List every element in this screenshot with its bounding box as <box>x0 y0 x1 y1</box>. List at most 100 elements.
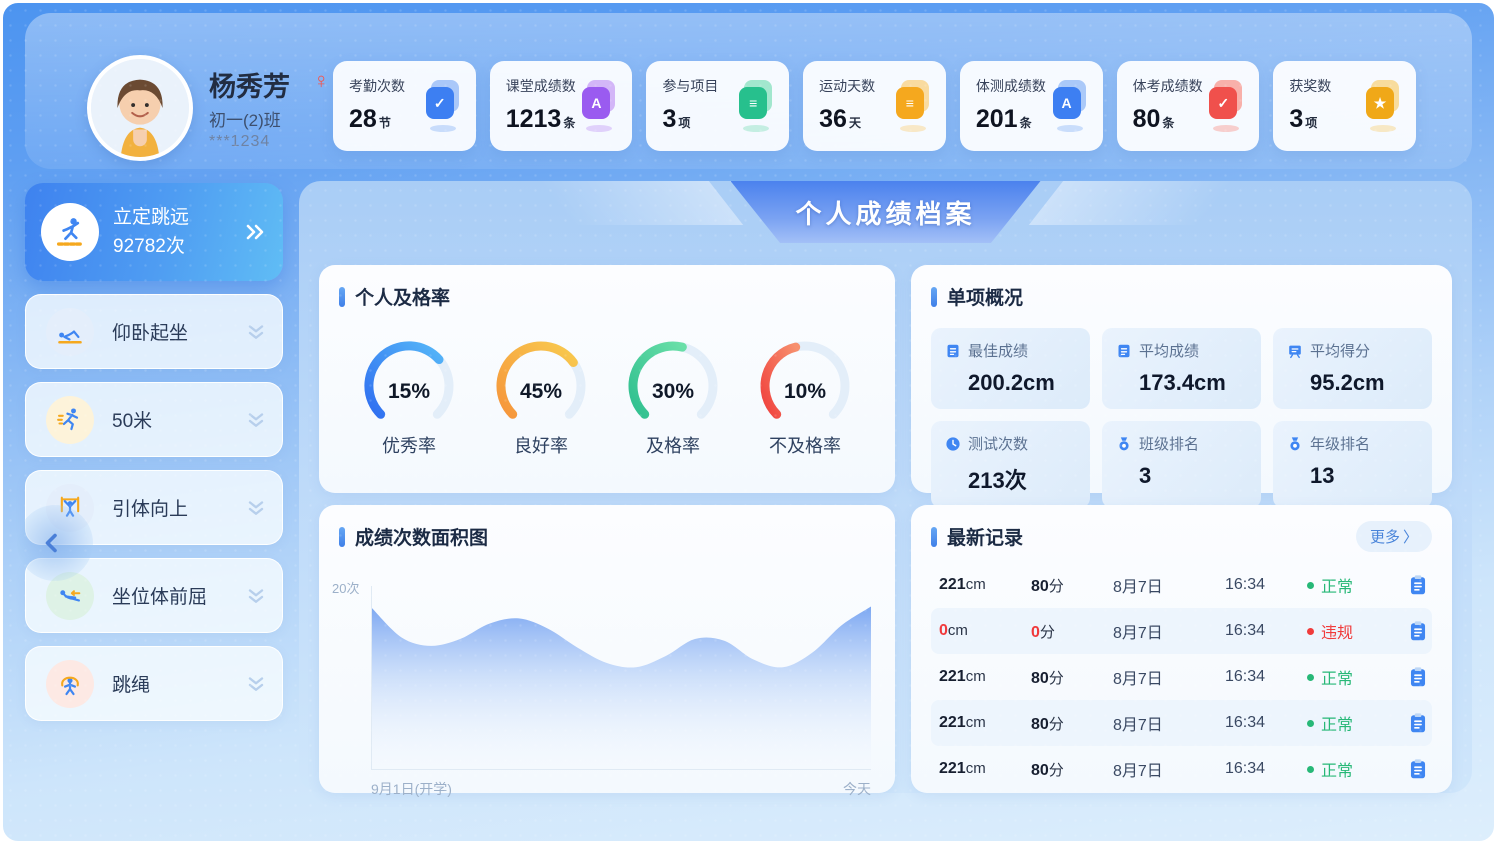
record-score: 80分 <box>1031 713 1113 734</box>
status-dot-icon <box>1307 628 1314 635</box>
more-records-button[interactable]: 更多〉 <box>1356 521 1432 552</box>
class-rank-icon <box>1116 436 1132 452</box>
tile-value: 13 <box>1310 463 1418 489</box>
score-unit: 分 <box>1040 624 1055 641</box>
record-detail-clipboard-icon[interactable] <box>1407 758 1429 780</box>
avatar <box>87 55 193 161</box>
pass-rate-title: 个人及格率 <box>355 283 450 310</box>
status-text: 正常 <box>1321 757 1353 781</box>
tile-header: 平均得分 <box>1287 340 1418 361</box>
test-count-icon <box>945 436 961 452</box>
gauge: 30% 及格率 <box>613 334 733 458</box>
sit-up-icon <box>46 308 94 356</box>
section-bar-decoration <box>339 527 345 547</box>
record-detail-clipboard-icon[interactable] <box>1407 712 1429 734</box>
sidebar-item[interactable]: 仰卧起坐 <box>25 294 283 369</box>
record-status-badge: 违规 <box>1307 619 1407 643</box>
average-score-icon <box>1116 343 1132 359</box>
x-axis-start-label: 9月1日(开学) <box>371 779 452 799</box>
best-score-icon <box>945 343 961 359</box>
score-number: 80 <box>1031 716 1049 733</box>
record-detail-clipboard-icon[interactable] <box>1407 574 1429 596</box>
area-chart-title: 成绩次数面积图 <box>355 523 488 550</box>
stat-unit: 条 <box>1020 116 1032 130</box>
record-distance: 221cm <box>939 576 1031 594</box>
score-unit: 分 <box>1049 716 1064 733</box>
chevron-double-down-icon <box>246 410 266 430</box>
record-detail-clipboard-icon[interactable] <box>1407 620 1429 642</box>
chevron-left-icon <box>40 531 64 555</box>
score-number: 80 <box>1031 762 1049 779</box>
x-axis-labels: 9月1日(开学) 今天 <box>371 779 871 799</box>
gauges-row: 15% 优秀率 45% 良好率 30% 及格率 <box>319 310 895 458</box>
record-score: 0分 <box>1031 621 1113 642</box>
more-arrow-icon: 〉 <box>1403 526 1418 547</box>
distance-unit: cm <box>966 760 986 777</box>
tile-value: 173.4cm <box>1139 370 1247 396</box>
attendance-calendar-icon: ✓ <box>426 85 458 119</box>
double-right-chevron-icon <box>243 222 267 242</box>
collapse-sidebar-button[interactable] <box>17 505 93 581</box>
tile-label: 平均成绩 <box>1139 340 1199 361</box>
records-list: 221cm 80分 8月7日 16:34 正常 0cm 0分 8月7日 16:3… <box>931 562 1432 792</box>
overview-tiles: 最佳成绩 200.2cm 平均成绩 173.4cm <box>911 310 1452 508</box>
fitness-test-doc-icon: A <box>1053 85 1085 119</box>
stat-unit: 条 <box>1162 116 1174 130</box>
tile-label: 年级排名 <box>1310 433 1370 454</box>
stat-icon-glyph: A <box>1053 87 1081 119</box>
score-number: 0 <box>1031 624 1040 641</box>
stat-card: 课堂成绩数 1213条 A <box>490 61 633 151</box>
stat-card: 参与项目 3项 ≡ <box>646 61 789 151</box>
status-text: 违规 <box>1321 619 1353 643</box>
record-distance: 221cm <box>939 760 1031 778</box>
record-status-badge: 正常 <box>1307 757 1407 781</box>
distance-unit: cm <box>966 668 986 685</box>
stat-icon-glyph: ✓ <box>1209 87 1237 119</box>
latest-records-card: 最新记录 更多〉 221cm 80分 8月7日 16:34 正常 <box>911 505 1452 793</box>
stat-card: 体测成绩数 201条 A <box>960 61 1103 151</box>
stat-number: 80 <box>1133 105 1161 133</box>
tile-label: 平均得分 <box>1310 340 1370 361</box>
panel-title: 个人成绩档案 <box>795 194 975 231</box>
gauge: 10% 不及格率 <box>745 334 865 458</box>
overview-card: 单项概况 最佳成绩 200.2cm 平 <box>911 265 1452 493</box>
pass-rate-card: 个人及格率 15% 优秀率 45% 良好率 <box>319 265 895 493</box>
status-dot-icon <box>1307 674 1314 681</box>
tile-value: 95.2cm <box>1310 370 1418 396</box>
distance-unit: cm <box>966 576 986 593</box>
section-bar-decoration <box>339 287 345 307</box>
student-name: 杨秀芳 <box>209 65 290 104</box>
record-distance: 0cm <box>939 622 1031 640</box>
overview-header: 单项概况 <box>911 265 1452 310</box>
active-item-label: 立定跳远 <box>113 203 189 232</box>
overview-tile: 年级排名 13 <box>1273 421 1432 508</box>
stat-unit: 条 <box>563 116 575 130</box>
active-item-count: 92782次 <box>113 232 189 261</box>
status-dot-icon <box>1307 582 1314 589</box>
stat-icon-glyph: ≡ <box>896 87 924 119</box>
record-status-badge: 正常 <box>1307 665 1407 689</box>
section-bar-decoration <box>931 287 937 307</box>
record-row: 221cm 80分 8月7日 16:34 正常 <box>931 654 1432 700</box>
record-status-badge: 正常 <box>1307 711 1407 735</box>
sidebar-item[interactable]: 跳绳 <box>25 646 283 721</box>
record-detail-clipboard-icon[interactable] <box>1407 666 1429 688</box>
record-score: 80分 <box>1031 759 1113 780</box>
status-dot-icon <box>1307 766 1314 773</box>
gauge-label: 优秀率 <box>349 432 469 458</box>
overview-tile: 班级排名 3 <box>1102 421 1261 508</box>
chevron-double-down-icon <box>246 322 266 342</box>
sidebar-item[interactable]: 50米 <box>25 382 283 457</box>
overview-tile: 平均得分 95.2cm <box>1273 328 1432 409</box>
more-label: 更多 <box>1370 526 1400 547</box>
status-text: 正常 <box>1321 665 1353 689</box>
sidebar-item-standing-long-jump-active[interactable]: 立定跳远 92782次 <box>25 183 283 281</box>
record-date: 8月7日 <box>1113 711 1225 735</box>
stat-unit: 节 <box>379 116 391 130</box>
header-card: 杨秀芳 ♀ 初一(2)班 ***1234 考勤次数 28节 ✓ 课堂成绩数 12… <box>25 13 1472 169</box>
score-unit: 分 <box>1049 578 1064 595</box>
tile-header: 年级排名 <box>1287 433 1418 454</box>
score-number: 80 <box>1031 670 1049 687</box>
score-unit: 分 <box>1049 762 1064 779</box>
section-bar-decoration <box>931 527 937 547</box>
